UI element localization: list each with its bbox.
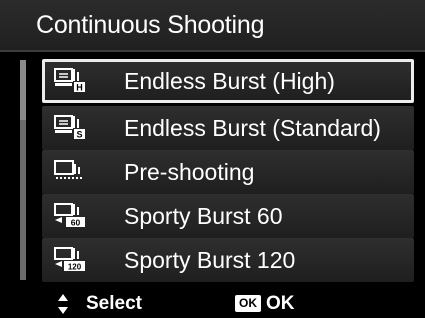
menu-item-label: Pre-shooting bbox=[124, 159, 255, 185]
menu-item-label: Endless Burst (Standard) bbox=[124, 115, 381, 141]
ok-hint-label: OK bbox=[266, 293, 295, 314]
scrollbar-thumb[interactable] bbox=[20, 60, 26, 120]
page-title: Continuous Shooting bbox=[36, 11, 265, 39]
icon-badge-text: S bbox=[76, 130, 82, 140]
menu-header: Continuous Shooting bbox=[0, 0, 425, 52]
icon-badge-text: H bbox=[76, 83, 83, 93]
menu-item-endless-burst-standard[interactable]: S Endless Burst (Standard) bbox=[42, 106, 414, 150]
menu-item-label: Sporty Burst 120 bbox=[124, 247, 296, 273]
icon-badge-text: 60 bbox=[71, 218, 81, 228]
up-down-arrows-icon bbox=[58, 294, 68, 314]
pre-shooting-icon bbox=[54, 160, 82, 179]
ok-button-icon: OK bbox=[235, 295, 261, 312]
sporty-burst-120-icon: 120 bbox=[54, 247, 85, 272]
menu-item-pre-shooting[interactable]: Pre-shooting bbox=[42, 150, 414, 194]
icon-badge-text: 120 bbox=[68, 263, 82, 272]
menu-item-label: Endless Burst (High) bbox=[124, 68, 335, 94]
endless-burst-high-icon: H bbox=[54, 68, 85, 93]
camera-menu-screen: Continuous Shooting H Endless Burst (Hig… bbox=[0, 0, 425, 318]
menu-item-sporty-burst-120[interactable]: 120 Sporty Burst 120 bbox=[42, 238, 414, 282]
menu-item-endless-burst-high[interactable]: H Endless Burst (High) bbox=[42, 59, 414, 103]
endless-burst-standard-icon: S bbox=[54, 115, 85, 140]
select-hint-label: Select bbox=[86, 293, 142, 314]
sporty-burst-60-icon: 60 bbox=[54, 203, 85, 228]
menu-item-sporty-burst-60[interactable]: 60 Sporty Burst 60 bbox=[42, 194, 414, 238]
menu-item-label: Sporty Burst 60 bbox=[124, 203, 283, 229]
button-guide-bar: Select OK OK bbox=[0, 289, 425, 318]
